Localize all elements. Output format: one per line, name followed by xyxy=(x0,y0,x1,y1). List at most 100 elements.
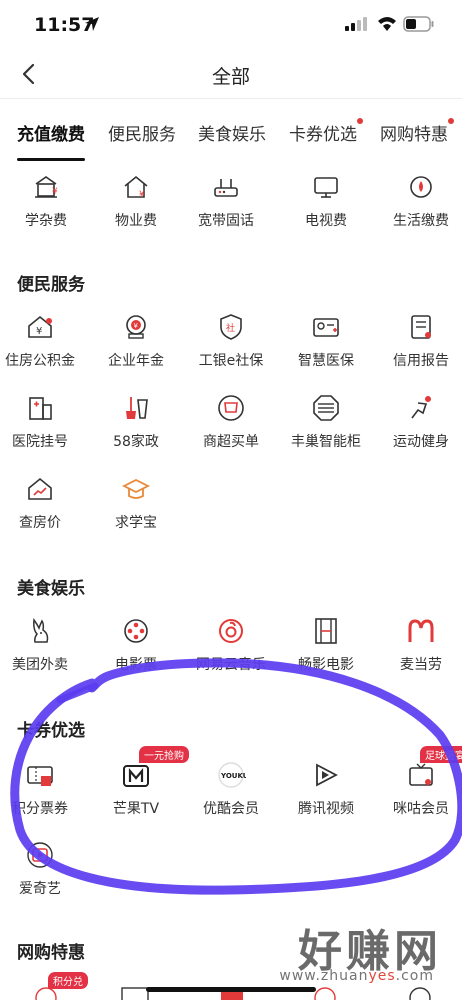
item-education[interactable]: 求学宝 xyxy=(90,474,182,532)
item-movie-ticket[interactable]: 电影票 xyxy=(90,616,182,674)
tab-convenience[interactable]: 便民服务 xyxy=(108,120,176,145)
tab-label: 充值缴费 xyxy=(17,125,85,145)
item-label: 优酷会员 xyxy=(203,801,259,817)
item-label: 智慧医保 xyxy=(298,353,354,369)
tab-label: 美食娱乐 xyxy=(198,125,266,145)
item-tencent-video[interactable]: 腾讯视频 xyxy=(280,760,372,818)
film-strip-icon xyxy=(311,616,341,646)
section-title-coupon: 卡券优选 xyxy=(17,721,85,741)
item-label: 求学宝 xyxy=(115,515,157,531)
running-icon xyxy=(406,393,436,423)
item-label: 查房价 xyxy=(19,515,61,531)
item-migu[interactable]: 足球盛宴 咪咕会员 xyxy=(375,746,462,818)
item-medical-insurance[interactable]: 智慧医保 xyxy=(280,312,372,370)
item-label: 丰巢智能柜 xyxy=(291,434,361,450)
tab-food[interactable]: 美食娱乐 xyxy=(198,120,266,145)
section-title-shopping: 网购特惠 xyxy=(17,943,85,963)
housing-fund-icon: ¥ xyxy=(25,312,55,342)
item-credit-report[interactable]: 信用报告 xyxy=(375,312,462,370)
item-label: 58家政 xyxy=(113,434,159,450)
item-property[interactable]: ¥ 物业费 xyxy=(90,172,182,230)
item-house-price[interactable]: 查房价 xyxy=(0,474,86,532)
shopping-cart-icon xyxy=(216,393,246,423)
promo-badge: 足球盛宴 xyxy=(420,746,462,763)
insurance-card-icon xyxy=(311,312,341,342)
new-dot xyxy=(448,118,454,124)
item-tv-fee[interactable]: 电视费 xyxy=(280,172,372,230)
item-label: 宽带固话 xyxy=(198,213,254,229)
item-label: 美团外卖 xyxy=(12,657,68,673)
item-label: 芒果TV xyxy=(112,801,160,817)
migu-tv-icon: 足球盛宴 xyxy=(406,746,462,790)
item-label: 工银e社保 xyxy=(198,353,264,369)
iqiyi-play-icon xyxy=(25,840,55,870)
home-indicator xyxy=(146,987,316,992)
item-label: 医院挂号 xyxy=(12,434,68,450)
item-iqiyi[interactable]: 爱奇艺 xyxy=(0,840,86,898)
item-label: 信用报告 xyxy=(393,353,449,369)
item-hospital[interactable]: 医院挂号 xyxy=(0,393,86,451)
cellular-signal-icon xyxy=(345,17,367,31)
item-netease-music[interactable]: 网易云音乐 xyxy=(185,616,277,674)
film-reel-icon xyxy=(121,616,151,646)
item-label: 咪咕会员 xyxy=(393,801,449,817)
utility-drop-icon xyxy=(406,172,436,202)
hospital-building-icon xyxy=(25,393,55,423)
item-label: 运动健身 xyxy=(393,434,449,450)
active-tab-underline xyxy=(17,158,85,161)
tencent-video-icon xyxy=(311,760,341,790)
item-points-coupon[interactable]: 积分票券 xyxy=(0,760,86,818)
watermark-url-highlight: yes xyxy=(368,968,396,984)
item-label: 电视费 xyxy=(305,213,347,229)
router-icon xyxy=(211,172,241,202)
tab-shopping[interactable]: 网购特惠 xyxy=(380,118,454,145)
item-utilities[interactable]: 生活缴费 xyxy=(375,172,462,230)
promo-badge: 一元抢购 xyxy=(139,746,189,763)
kangaroo-icon xyxy=(25,616,55,646)
battery-icon xyxy=(403,16,434,32)
category-tabs: 充值缴费 便民服务 美食娱乐 卡券优选 网购特惠 xyxy=(0,100,462,160)
item-label: 畅影电影 xyxy=(298,657,354,673)
watermark-url-pre: www.zhuan xyxy=(279,968,369,984)
tab-recharge[interactable]: 充值缴费 xyxy=(17,120,85,145)
item-housekeeping[interactable]: 58家政 xyxy=(90,393,182,451)
nav-divider xyxy=(0,98,462,99)
annuity-jar-icon: ¥ xyxy=(121,312,151,342)
svg-text:¥: ¥ xyxy=(52,187,58,197)
item-label: 电影票 xyxy=(115,657,157,673)
house-icon: ¥ xyxy=(121,172,151,202)
golden-arches-icon xyxy=(406,616,436,646)
svg-text:社: 社 xyxy=(226,322,235,334)
item-tuition[interactable]: ¥ 学杂费 xyxy=(0,172,92,230)
ticket-icon xyxy=(25,760,55,790)
item-label: 腾讯视频 xyxy=(298,801,354,817)
item-youku[interactable]: YOUKU 优酷会员 xyxy=(185,760,277,818)
school-fee-icon: ¥ xyxy=(31,172,61,202)
nav-bar: 全部 xyxy=(0,50,462,98)
item-label: 生活缴费 xyxy=(393,213,449,229)
item-mcdonalds[interactable]: 麦当劳 xyxy=(375,616,462,674)
graduation-cap-icon xyxy=(121,474,151,504)
item-meituan[interactable]: 美团外卖 xyxy=(0,616,86,674)
item-housing-fund[interactable]: ¥ 住房公积金 xyxy=(0,312,86,370)
watermark-url-post: .com xyxy=(395,968,434,984)
item-fitness[interactable]: 运动健身 xyxy=(375,393,462,451)
item-label: 爱奇艺 xyxy=(19,881,61,897)
tv-icon xyxy=(311,172,341,202)
svg-text:¥: ¥ xyxy=(139,190,145,200)
item-label: 企业年金 xyxy=(108,353,164,369)
item-smart-locker[interactable]: 丰巢智能柜 xyxy=(280,393,372,451)
item-social-security[interactable]: 社 工银e社保 xyxy=(185,312,277,370)
item-annuity[interactable]: ¥ 企业年金 xyxy=(90,312,182,370)
section-title-convenience: 便民服务 xyxy=(17,275,85,295)
item-mango-tv[interactable]: 一元抢购 芒果TV xyxy=(90,746,189,818)
page-title: 全部 xyxy=(211,66,250,88)
item-broadband[interactable]: 宽带固话 xyxy=(180,172,272,230)
item-changying-movie[interactable]: 畅影电影 xyxy=(280,616,372,674)
tab-coupon[interactable]: 卡券优选 xyxy=(289,118,363,145)
tab-label: 卡券优选 xyxy=(289,125,357,145)
wifi-icon xyxy=(378,17,396,31)
svg-text:¥: ¥ xyxy=(134,322,139,330)
item-supermarket-pay[interactable]: 商超买单 xyxy=(185,393,277,451)
youku-logo-icon: YOUKU xyxy=(216,760,246,790)
